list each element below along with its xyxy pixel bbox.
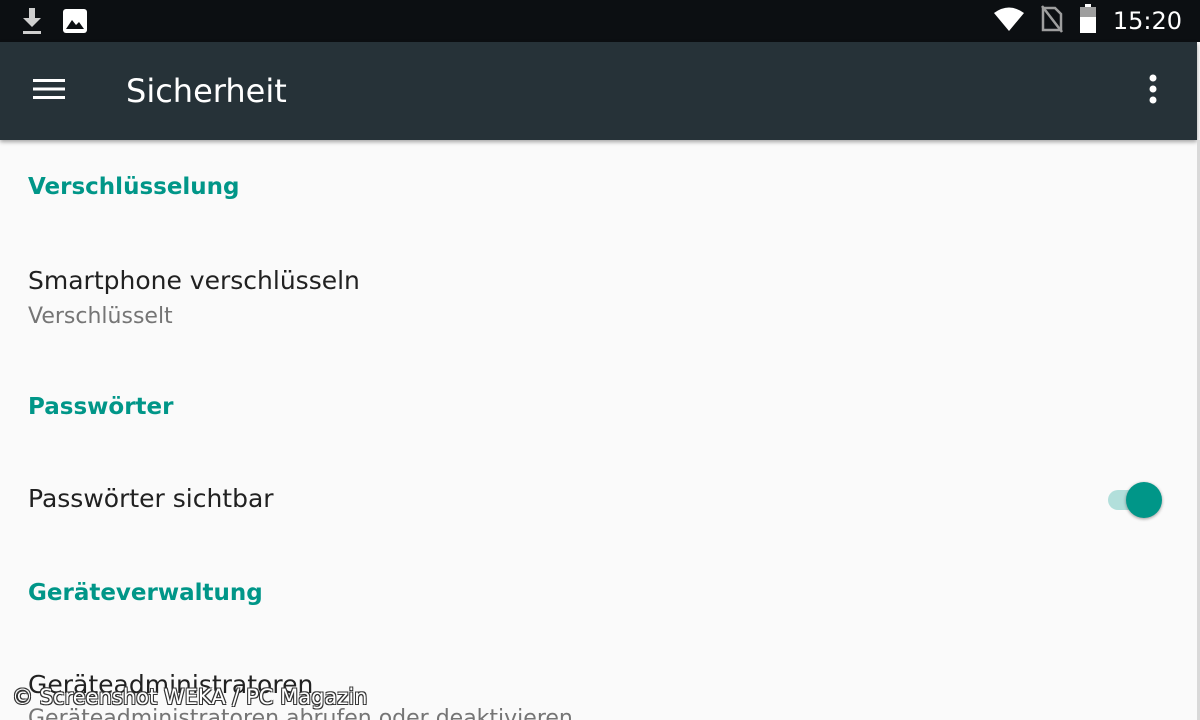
download-icon <box>20 7 44 39</box>
section-header-encryption: Verschlüsselung <box>28 174 240 200</box>
wifi-icon <box>993 6 1025 36</box>
overflow-menu-button[interactable] <box>1135 68 1171 114</box>
status-time: 15:20 <box>1112 7 1182 35</box>
app-bar: Sicherheit <box>0 42 1197 140</box>
navigation-menu-button[interactable] <box>18 66 80 116</box>
section-header-device-admin: Geräteverwaltung <box>28 580 263 606</box>
status-bar-system: 15:20 <box>993 4 1182 38</box>
pref-encrypt-phone-summary: Verschlüsselt <box>28 304 173 329</box>
show-passwords-toggle[interactable] <box>1106 482 1164 518</box>
image-icon <box>62 8 88 38</box>
no-sim-icon <box>1040 5 1063 37</box>
hamburger-menu-icon <box>33 77 65 105</box>
page-title: Sicherheit <box>126 72 287 110</box>
pref-encrypt-phone-title: Smartphone verschlüsseln <box>28 266 360 295</box>
status-bar: 15:20 <box>0 0 1200 42</box>
status-bar-notifications <box>20 7 88 39</box>
pref-encrypt-phone[interactable]: Smartphone verschlüsseln Verschlüsselt <box>0 248 1197 358</box>
toggle-thumb <box>1126 482 1162 518</box>
more-vert-icon <box>1148 73 1158 109</box>
pref-show-passwords-title: Passwörter sichtbar <box>28 484 274 513</box>
section-header-passwords: Passwörter <box>28 394 174 420</box>
battery-icon <box>1079 4 1097 38</box>
copyright-watermark: © Screenshot WEKA / PC Magazin <box>12 685 368 709</box>
pref-show-passwords[interactable]: Passwörter sichtbar <box>0 458 1197 542</box>
